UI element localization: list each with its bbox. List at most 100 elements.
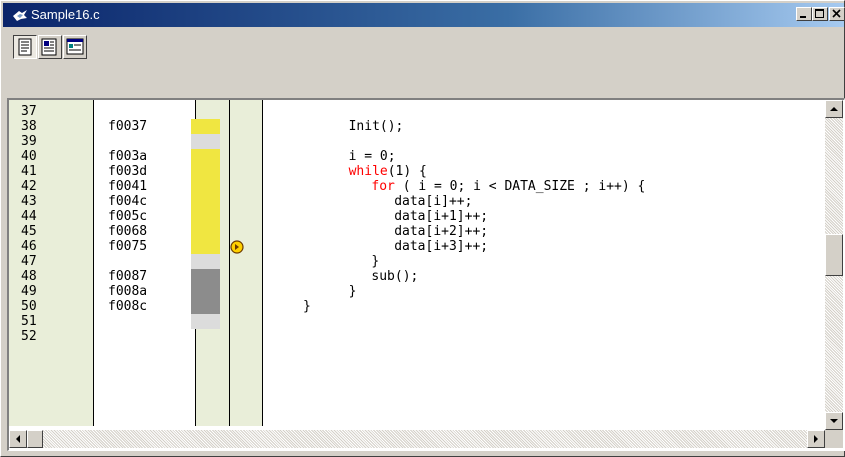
code-text: data[i+2]++; (394, 224, 489, 239)
coverage-mark (191, 209, 220, 224)
close-icon (832, 9, 841, 18)
scroll-down-button[interactable] (825, 412, 843, 430)
code-area[interactable] (263, 100, 823, 426)
code-line: for ( i = 0; i < DATA_SIZE ; i++) { (371, 179, 645, 194)
coverage-gap (191, 314, 220, 329)
source-editor[interactable]: 37 38 f0037 Init(); 39 40 f003a i = 0; 41 f003d wh… (7, 98, 845, 451)
address-value: f0075 (108, 239, 148, 254)
address-value: f005c (108, 209, 148, 224)
coverage-mark (191, 239, 220, 254)
code-text: i = 0; (348, 149, 396, 164)
code-line: Init(); (349, 119, 404, 134)
address-value: f008c (108, 299, 148, 314)
code-line: data[i+1]++; (394, 209, 488, 224)
address-value: f0087 (108, 269, 148, 284)
coverage-mark (191, 149, 220, 164)
code-text: data[i+1]++; (394, 209, 489, 224)
source-view-icon (18, 38, 32, 56)
address-value: f008a (108, 284, 148, 299)
line-number: 37 (21, 104, 37, 119)
line-number: 39 (21, 134, 37, 149)
vertical-scrollbar[interactable] (825, 100, 843, 430)
breakpoint-column[interactable] (230, 100, 262, 426)
line-number: 41 (21, 164, 37, 179)
disassembly-view-icon (66, 38, 84, 55)
arrow-right-icon (814, 435, 818, 443)
code-line: data[i+2]++; (394, 224, 488, 239)
arrow-up-icon (830, 107, 838, 111)
code-text: ( i = 0; i < DATA_SIZE ; i++) { (394, 179, 646, 194)
maximize-icon (815, 9, 824, 18)
close-button[interactable] (829, 7, 845, 21)
code-text: (1) { (387, 164, 427, 179)
code-line: } (349, 284, 357, 299)
address-value: f003d (108, 164, 148, 179)
line-number: 48 (21, 269, 37, 284)
coverage-mark (191, 164, 220, 179)
line-number: 44 (21, 209, 37, 224)
line-number: 50 (21, 299, 37, 314)
window-title: Sample16.c (31, 7, 100, 22)
code-line: i = 0; (349, 149, 396, 164)
line-number: 46 (21, 239, 37, 254)
code-text: Init(); (348, 119, 404, 134)
mixed-view-icon (41, 38, 57, 56)
coverage-mark (191, 119, 220, 134)
line-number: 49 (21, 284, 37, 299)
line-number: 40 (21, 149, 37, 164)
code-line: data[i+3]++; (394, 239, 488, 254)
source-window: Sample16.c 37 38 f0037 Init(); 39 40 f00… (0, 0, 845, 457)
coverage-mark (191, 179, 220, 194)
column-divider (93, 100, 94, 426)
title-bar[interactable]: Sample16.c (3, 3, 845, 27)
view-toolbar (3, 28, 844, 96)
scroll-left-button[interactable] (9, 430, 27, 448)
keyword: for (371, 179, 395, 194)
address-value: f0041 (108, 179, 148, 194)
code-text: } (348, 284, 357, 299)
code-text: data[i]++; (394, 194, 473, 209)
address-value: f0037 (108, 119, 148, 134)
coverage-mark (191, 194, 220, 209)
column-divider (229, 100, 230, 426)
line-number: 38 (21, 119, 37, 134)
program-counter-icon (230, 240, 244, 254)
code-line: sub(); (371, 269, 418, 284)
line-number: 45 (21, 224, 37, 239)
minimize-icon (800, 16, 806, 18)
coverage-gap (191, 134, 220, 149)
code-line: while(1) { (349, 164, 427, 179)
source-file-icon (13, 10, 27, 21)
address-value: f004c (108, 194, 148, 209)
coverage-mark (191, 299, 220, 314)
coverage-gap (191, 254, 220, 269)
mixed-view-button[interactable] (38, 35, 62, 59)
horizontal-scrollbar[interactable] (9, 430, 825, 448)
code-text: data[i+3]++; (394, 239, 489, 254)
line-number: 43 (21, 194, 37, 209)
disassembly-view-button[interactable] (63, 35, 87, 59)
code-line: data[i]++; (394, 194, 472, 209)
vertical-scroll-thumb[interactable] (825, 234, 843, 276)
maximize-button[interactable] (812, 7, 828, 21)
line-number: 42 (21, 179, 37, 194)
code-text: sub(); (371, 269, 419, 284)
scroll-right-button[interactable] (807, 430, 825, 448)
horizontal-scroll-thumb[interactable] (27, 430, 43, 448)
line-number: 51 (21, 314, 37, 329)
address-value: f0068 (108, 224, 148, 239)
line-number: 52 (21, 329, 37, 344)
code-line: } (371, 254, 379, 269)
code-line: } (303, 299, 311, 314)
keyword: while (348, 164, 388, 179)
address-value: f003a (108, 149, 148, 164)
scroll-up-button[interactable] (825, 100, 843, 118)
source-view-button[interactable] (13, 35, 37, 59)
arrow-down-icon (830, 419, 838, 423)
line-number: 47 (21, 254, 37, 269)
code-text: } (371, 254, 380, 269)
minimize-button[interactable] (796, 7, 812, 21)
arrow-left-icon (16, 435, 20, 443)
coverage-mark (191, 224, 220, 239)
coverage-mark (191, 269, 220, 284)
